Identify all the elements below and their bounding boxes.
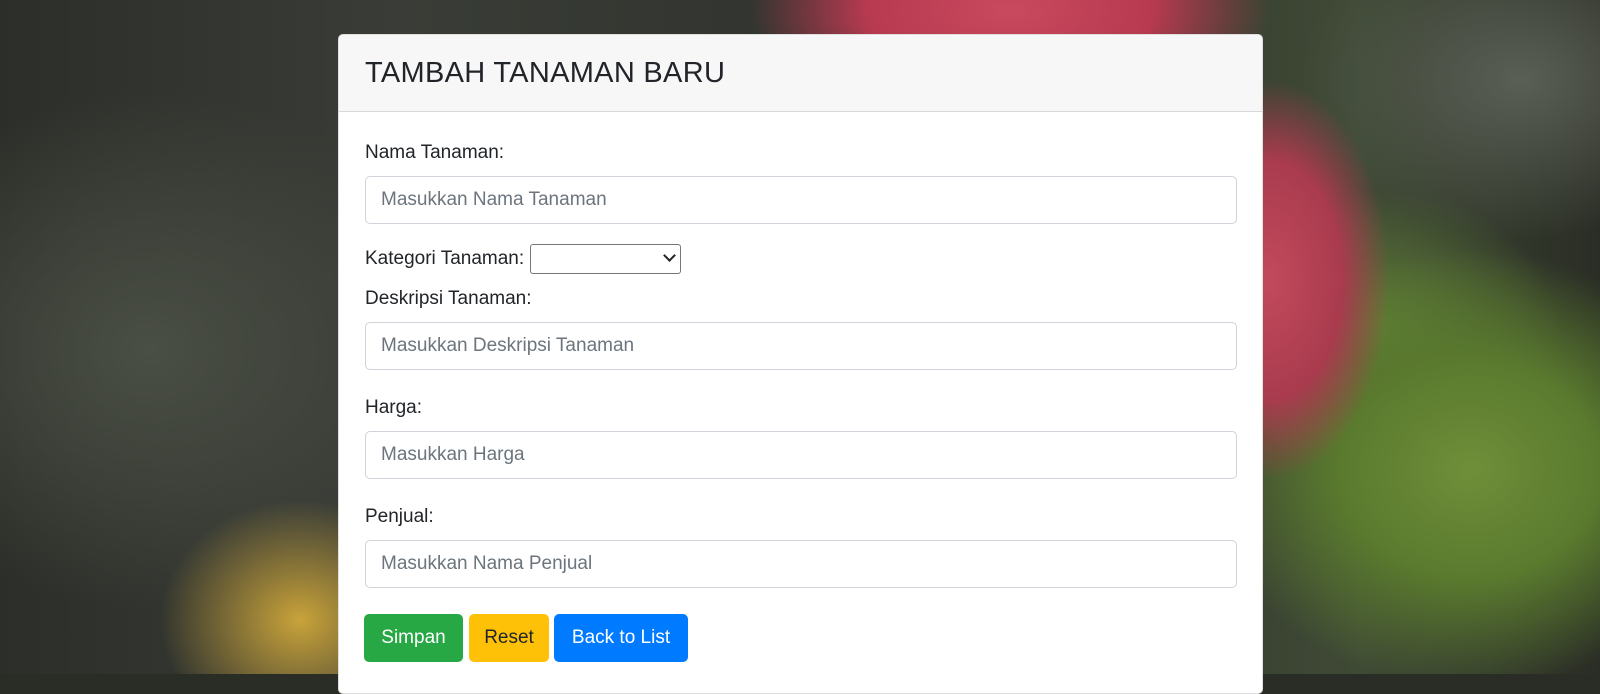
kategori-row: Kategori Tanaman:: [365, 244, 682, 274]
deskripsi-tanaman-label: Deskripsi Tanaman:: [365, 288, 532, 309]
penjual-input[interactable]: [365, 540, 1237, 588]
page-title: TAMBAH TANAMAN BARU: [365, 56, 726, 89]
add-plant-form-card: TAMBAH TANAMAN BARU Nama Tanaman: Katego…: [338, 34, 1263, 694]
harga-label: Harga:: [365, 397, 423, 418]
kategori-tanaman-label: Kategori Tanaman:: [365, 248, 525, 269]
harga-input[interactable]: [365, 431, 1237, 479]
back-to-list-button[interactable]: Back to List: [554, 614, 688, 662]
reset-button[interactable]: Reset: [469, 614, 549, 662]
nama-tanaman-input[interactable]: [365, 176, 1237, 224]
card-header: TAMBAH TANAMAN BARU: [339, 35, 1262, 112]
nama-tanaman-label: Nama Tanaman:: [365, 142, 505, 163]
deskripsi-tanaman-input[interactable]: [365, 322, 1237, 370]
kategori-tanaman-select[interactable]: [530, 244, 682, 274]
penjual-label: Penjual:: [365, 506, 434, 527]
chevron-down-icon: [663, 249, 677, 262]
save-button[interactable]: Simpan: [364, 614, 463, 662]
